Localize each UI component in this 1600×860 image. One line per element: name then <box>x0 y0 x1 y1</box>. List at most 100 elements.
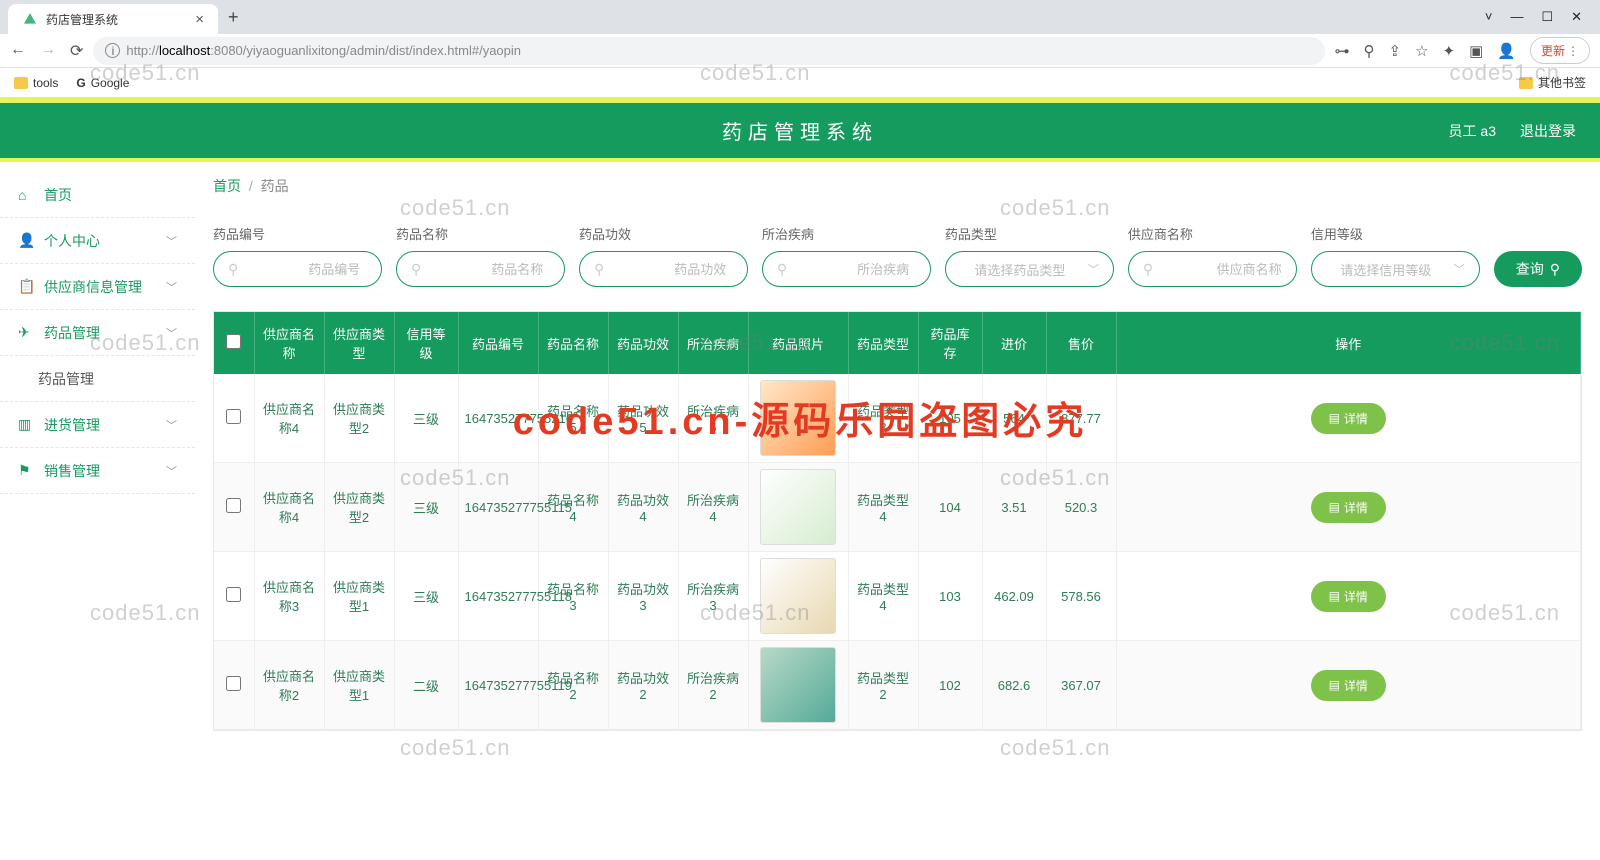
cell-code: 164735277755119 <box>458 641 538 730</box>
profile-icon[interactable]: 👤 <box>1497 42 1516 60</box>
query-button[interactable]: 查询 ⚲ <box>1494 251 1582 287</box>
current-user[interactable]: 员工 a3 <box>1449 121 1496 141</box>
extensions-icon[interactable]: ✦ <box>1443 42 1456 60</box>
cell-disease: 所治疾病4 <box>678 463 748 552</box>
doc-icon: ▤ <box>1329 411 1340 425</box>
product-image[interactable] <box>760 469 836 545</box>
select-all-checkbox[interactable] <box>226 334 241 349</box>
row-checkbox-cell <box>214 463 254 552</box>
cell-ptype: 药品类型4 <box>848 552 918 641</box>
sidebar-item-personal[interactable]: 👤 个人中心 ﹀ <box>0 218 195 264</box>
cell-ptype: 药品类型3 <box>848 374 918 463</box>
detail-button[interactable]: ▤ 详情 <box>1311 670 1386 701</box>
col-header: 操作 <box>1116 312 1581 374</box>
toolbar-right: ⊶ ⚲ ⇪ ☆ ✦ ▣ 👤 更新 ⋮ <box>1335 37 1591 64</box>
col-header: 药品功效 <box>608 312 678 374</box>
filter-type: 药品类型 请选择药品类型 ﹀ <box>945 224 1114 287</box>
google-icon: G <box>76 76 85 90</box>
star-icon[interactable]: ☆ <box>1415 42 1428 60</box>
forward-icon[interactable]: → <box>40 41 56 61</box>
sidepanel-icon[interactable]: ▣ <box>1469 42 1483 60</box>
sidebar-item-home[interactable]: ⌂ 首页 <box>0 172 195 218</box>
col-header: 药品名称 <box>538 312 608 374</box>
new-tab-icon[interactable]: + <box>228 7 239 28</box>
bookmark-other[interactable]: 其他书签 <box>1519 74 1586 91</box>
filter-supplier-input-wrap[interactable]: ⚲ <box>1128 251 1297 287</box>
url-box[interactable]: i http://localhost:8080/yiyaoguanlixiton… <box>93 37 1324 65</box>
row-checkbox[interactable] <box>226 498 241 513</box>
reload-icon[interactable]: ⟳ <box>70 41 83 61</box>
user-icon: 👤 <box>18 232 34 249</box>
cell-outprice: 877.77 <box>1046 374 1116 463</box>
cell-supplier: 供应商名称4 <box>254 463 324 552</box>
chevron-down-icon: ﹀ <box>166 233 177 249</box>
query-button-label: 查询 <box>1516 259 1544 279</box>
filter-func-input-wrap[interactable]: ⚲ <box>579 251 748 287</box>
cell-outprice: 367.07 <box>1046 641 1116 730</box>
search-icon: ⚲ <box>594 261 604 278</box>
chevron-down-icon: ﹀ <box>166 279 177 295</box>
search-icon: ⚲ <box>228 261 238 278</box>
site-info-icon[interactable]: i <box>105 43 120 58</box>
app-header: 药店管理系统 员工 a3 退出登录 <box>0 103 1600 158</box>
filter-disease-input-wrap[interactable]: ⚲ <box>762 251 931 287</box>
sidebar-item-inbound[interactable]: ▥ 进货管理 ﹀ <box>0 402 195 448</box>
col-header: 信用等级 <box>394 312 458 374</box>
sidebar-item-medicine[interactable]: ✈ 药品管理 ﹀ <box>0 310 195 356</box>
row-checkbox[interactable] <box>226 587 241 602</box>
row-checkbox[interactable] <box>226 409 241 424</box>
flag-icon: ⚑ <box>18 462 34 479</box>
bookmark-tools[interactable]: tools <box>14 76 58 90</box>
credit-select[interactable]: 请选择信用等级 ﹀ <box>1311 251 1480 287</box>
col-header: 药品编号 <box>458 312 538 374</box>
folder-icon <box>14 77 28 89</box>
filter-code-input-wrap[interactable]: ⚲ <box>213 251 382 287</box>
logout-link[interactable]: 退出登录 <box>1520 121 1576 141</box>
key-icon[interactable]: ⊶ <box>1335 42 1350 60</box>
product-image[interactable] <box>760 558 836 634</box>
maximize-icon[interactable]: ☐ <box>1541 9 1553 25</box>
minimize-icon[interactable]: — <box>1510 9 1523 25</box>
type-select[interactable]: 请选择药品类型 ﹀ <box>945 251 1114 287</box>
search-icon[interactable]: ⚲ <box>1364 42 1375 60</box>
cell-name: 药品名称2 <box>538 641 608 730</box>
cell-actions: ▤ 详情 <box>1116 552 1581 641</box>
chevron-down-icon[interactable]: ˅ <box>1485 9 1493 25</box>
breadcrumb-home[interactable]: 首页 <box>213 178 241 194</box>
filter-name-input-wrap[interactable]: ⚲ <box>396 251 565 287</box>
close-window-icon[interactable]: ✕ <box>1571 9 1582 25</box>
share-icon[interactable]: ⇪ <box>1389 42 1402 60</box>
chart-icon: ▥ <box>18 416 34 433</box>
cell-inprice: 682.6 <box>982 641 1046 730</box>
row-checkbox[interactable] <box>226 676 241 691</box>
table-row: 供应商名称2 供应商类型1 二级 164735277755119 药品名称2 药… <box>214 641 1581 730</box>
cell-stock: 105 <box>918 374 982 463</box>
cell-supplier: 供应商名称3 <box>254 552 324 641</box>
sidebar-item-sales[interactable]: ⚑ 销售管理 ﹀ <box>0 448 195 494</box>
header-checkbox[interactable] <box>214 312 254 374</box>
detail-button[interactable]: ▤ 详情 <box>1311 403 1386 434</box>
browser-tab[interactable]: 药店管理系统 × <box>8 4 218 34</box>
cell-func: 药品功效5 <box>608 374 678 463</box>
select-placeholder: 请选择药品类型 <box>960 260 1080 279</box>
bookmark-google[interactable]: GGoogle <box>76 76 129 90</box>
detail-button[interactable]: ▤ 详情 <box>1311 492 1386 523</box>
doc-icon: ▤ <box>1329 500 1340 514</box>
update-button[interactable]: 更新 ⋮ <box>1530 37 1590 64</box>
app-title: 药店管理系统 <box>722 116 878 145</box>
cell-func: 药品功效3 <box>608 552 678 641</box>
sidebar-item-medicine-sub[interactable]: 药品管理 <box>0 356 195 402</box>
back-icon[interactable]: ← <box>10 41 26 61</box>
close-tab-icon[interactable]: × <box>195 11 204 28</box>
product-image[interactable] <box>760 647 836 723</box>
sidebar-item-supplier[interactable]: 📋 供应商信息管理 ﹀ <box>0 264 195 310</box>
detail-button[interactable]: ▤ 详情 <box>1311 581 1386 612</box>
breadcrumb-separator: / <box>249 178 253 194</box>
search-icon: ⚲ <box>411 261 421 278</box>
breadcrumb-current: 药品 <box>261 178 289 194</box>
table-row: 供应商名称3 供应商类型1 三级 164735277755118 药品名称3 药… <box>214 552 1581 641</box>
cell-inprice: 462.09 <box>982 552 1046 641</box>
row-checkbox-cell <box>214 552 254 641</box>
cell-stock: 103 <box>918 552 982 641</box>
product-image[interactable] <box>760 380 836 456</box>
